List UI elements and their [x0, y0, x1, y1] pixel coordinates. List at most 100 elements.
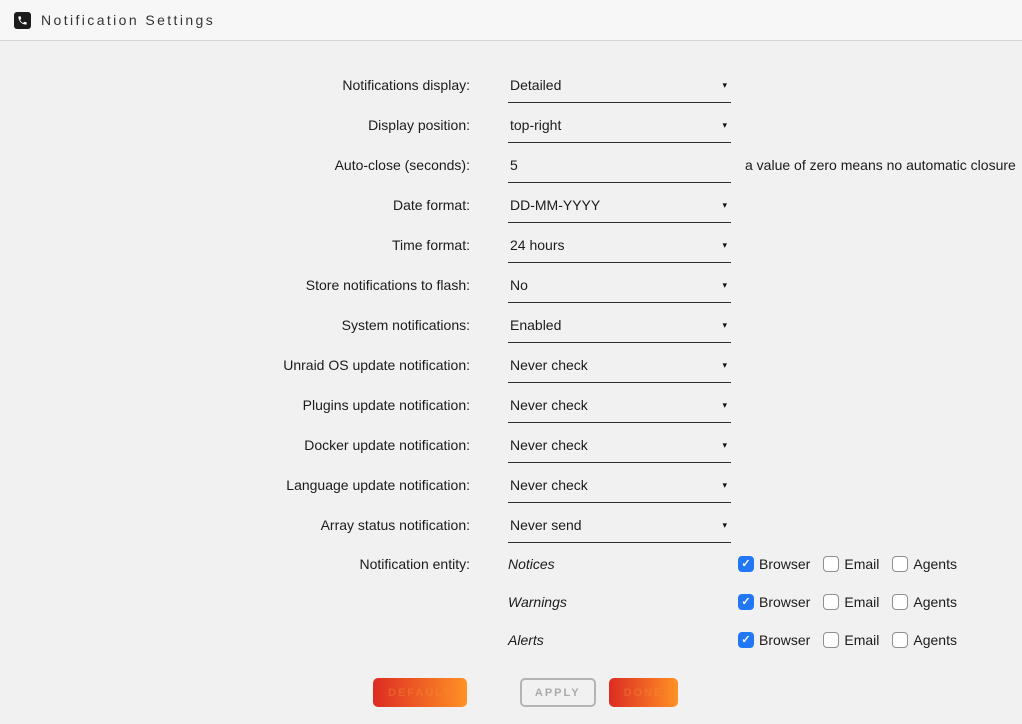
field-label: Store notifications to flash:	[0, 277, 470, 293]
select-value: Never check	[510, 477, 588, 493]
form-row: Unraid OS update notification: Never che…	[0, 345, 1022, 385]
field-label: Auto-close (seconds):	[0, 157, 470, 173]
form-row: Docker update notification: Never check …	[0, 425, 1022, 465]
display-position-select[interactable]: top-right ▾	[508, 117, 731, 143]
form-row: System notifications: Enabled ▾	[0, 305, 1022, 345]
field-label: Display position:	[0, 117, 470, 133]
entity-row-warnings: Warnings ✓ Browser ✓ Email ✓ Agents	[0, 583, 1022, 621]
page-header: Notification Settings	[0, 0, 1022, 41]
field-label: Docker update notification:	[0, 437, 470, 453]
button-row: DEFAULT APPLY DONE	[373, 678, 1022, 707]
select-value: top-right	[510, 117, 561, 133]
form-row: Display position: top-right ▾	[0, 105, 1022, 145]
checkbox-label: Email	[844, 556, 879, 572]
select-value: No	[510, 277, 528, 293]
dropdown-arrow-icon: ▾	[722, 201, 729, 210]
check-icon: ✓	[741, 559, 750, 570]
default-button[interactable]: DEFAULT	[373, 678, 467, 707]
apply-button[interactable]: APPLY	[520, 678, 596, 707]
notices-email-checkbox[interactable]: ✓	[823, 556, 839, 572]
alerts-browser-checkbox[interactable]: ✓	[738, 632, 754, 648]
form-row: Notifications display: Detailed ▾	[0, 65, 1022, 105]
warnings-browser-checkbox[interactable]: ✓	[738, 594, 754, 610]
checkbox-label: Browser	[759, 556, 810, 572]
notification-icon	[14, 12, 31, 29]
checkbox-group-notices: ✓ Browser ✓ Email ✓ Agents	[738, 556, 970, 572]
dropdown-arrow-icon: ▾	[722, 521, 729, 530]
dropdown-arrow-icon: ▾	[722, 81, 729, 90]
time-format-select[interactable]: 24 hours ▾	[508, 237, 731, 263]
select-value: 24 hours	[510, 237, 564, 253]
field-label: Notifications display:	[0, 77, 470, 93]
alerts-email-checkbox[interactable]: ✓	[823, 632, 839, 648]
array-status-select[interactable]: Never send ▾	[508, 517, 731, 543]
dropdown-arrow-icon: ▾	[722, 441, 729, 450]
language-update-select[interactable]: Never check ▾	[508, 477, 731, 503]
dropdown-arrow-icon: ▾	[722, 481, 729, 490]
form-row: Date format: DD-MM-YYYY ▾	[0, 185, 1022, 225]
select-value: Never send	[510, 517, 582, 533]
form-row: Store notifications to flash: No ▾	[0, 265, 1022, 305]
dropdown-arrow-icon: ▾	[722, 401, 729, 410]
done-button[interactable]: DONE	[609, 678, 679, 707]
field-label: Language update notification:	[0, 477, 470, 493]
notices-browser-checkbox[interactable]: ✓	[738, 556, 754, 572]
form-row: Time format: 24 hours ▾	[0, 225, 1022, 265]
select-value: Enabled	[510, 317, 561, 333]
field-label: Unraid OS update notification:	[0, 357, 470, 373]
page-title: Notification Settings	[41, 12, 215, 28]
warnings-agents-checkbox[interactable]: ✓	[892, 594, 908, 610]
entity-row-alerts: Alerts ✓ Browser ✓ Email ✓ Agents	[0, 621, 1022, 659]
checkbox-label: Agents	[913, 594, 957, 610]
phone-glyph	[17, 15, 28, 26]
checkbox-label: Agents	[913, 632, 957, 648]
field-note: a value of zero means no automatic closu…	[745, 157, 1016, 173]
dropdown-arrow-icon: ▾	[722, 241, 729, 250]
checkbox-label: Email	[844, 632, 879, 648]
docker-update-select[interactable]: Never check ▾	[508, 437, 731, 463]
dropdown-arrow-icon: ▾	[722, 281, 729, 290]
checkbox-group-alerts: ✓ Browser ✓ Email ✓ Agents	[738, 632, 970, 648]
done-button-label: DONE	[611, 680, 677, 705]
form-row: Language update notification: Never chec…	[0, 465, 1022, 505]
field-label: Array status notification:	[0, 517, 470, 533]
entity-name: Warnings	[508, 594, 738, 610]
check-icon: ✓	[741, 635, 750, 646]
apply-button-label: APPLY	[522, 680, 594, 705]
store-to-flash-select[interactable]: No ▾	[508, 277, 731, 303]
form-row: Auto-close (seconds): a value of zero me…	[0, 145, 1022, 185]
auto-close-input[interactable]	[508, 157, 731, 183]
notices-agents-checkbox[interactable]: ✓	[892, 556, 908, 572]
form-row: Plugins update notification: Never check…	[0, 385, 1022, 425]
checkbox-label: Agents	[913, 556, 957, 572]
field-label: Notification entity:	[0, 556, 470, 572]
alerts-agents-checkbox[interactable]: ✓	[892, 632, 908, 648]
select-value: Detailed	[510, 77, 561, 93]
notification-settings-form: Notifications display: Detailed ▾ Displa…	[0, 65, 1022, 707]
select-value: Never check	[510, 357, 588, 373]
check-icon: ✓	[741, 597, 750, 608]
checkbox-label: Email	[844, 594, 879, 610]
plugins-update-select[interactable]: Never check ▾	[508, 397, 731, 423]
field-label: System notifications:	[0, 317, 470, 333]
form-row: Array status notification: Never send ▾	[0, 505, 1022, 545]
date-format-select[interactable]: DD-MM-YYYY ▾	[508, 197, 731, 223]
entity-name: Notices	[508, 556, 738, 572]
dropdown-arrow-icon: ▾	[722, 121, 729, 130]
checkbox-group-warnings: ✓ Browser ✓ Email ✓ Agents	[738, 594, 970, 610]
dropdown-arrow-icon: ▾	[722, 361, 729, 370]
checkbox-label: Browser	[759, 594, 810, 610]
warnings-email-checkbox[interactable]: ✓	[823, 594, 839, 610]
entity-name: Alerts	[508, 632, 738, 648]
system-notifications-select[interactable]: Enabled ▾	[508, 317, 731, 343]
unraid-os-update-select[interactable]: Never check ▾	[508, 357, 731, 383]
field-label: Time format:	[0, 237, 470, 253]
field-label: Plugins update notification:	[0, 397, 470, 413]
field-label: Date format:	[0, 197, 470, 213]
checkbox-label: Browser	[759, 632, 810, 648]
notifications-display-select[interactable]: Detailed ▾	[508, 77, 731, 103]
default-button-label: DEFAULT	[375, 680, 465, 705]
select-value: Never check	[510, 397, 588, 413]
select-value: DD-MM-YYYY	[510, 197, 600, 213]
dropdown-arrow-icon: ▾	[722, 321, 729, 330]
